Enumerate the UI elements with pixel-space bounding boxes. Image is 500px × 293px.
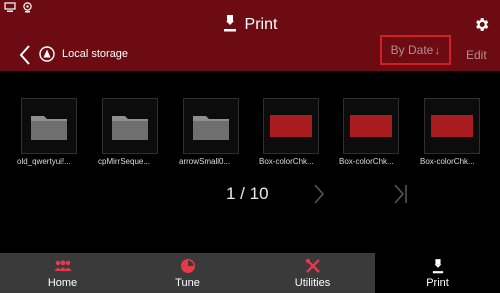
tools-icon xyxy=(305,258,320,273)
pagination: 1 / 10 xyxy=(0,181,500,207)
folder-icon xyxy=(31,116,67,140)
gear-icon[interactable] xyxy=(473,16,490,33)
file-name: Box-colorChk... xyxy=(339,157,394,166)
file-item[interactable]: Box-colorChk... xyxy=(259,98,327,166)
file-item[interactable]: Box-colorChk... xyxy=(420,98,488,166)
sort-arrow-icon: ↓ xyxy=(434,43,441,57)
last-page-icon[interactable] xyxy=(392,183,410,205)
model-preview xyxy=(350,115,392,137)
file-name: arrowSmall0... xyxy=(179,157,231,166)
model-thumbnail xyxy=(424,98,480,154)
file-name: old_qwertyui!... xyxy=(17,157,71,166)
file-item[interactable]: cpMirrSeque... xyxy=(98,98,166,166)
gauge-icon xyxy=(180,259,195,273)
folder-icon xyxy=(112,116,148,140)
nav-tune[interactable]: Tune xyxy=(125,253,250,293)
folder-thumbnail xyxy=(183,98,239,154)
nav-tune-label: Tune xyxy=(175,277,200,289)
folder-thumbnail xyxy=(102,98,158,154)
page-indicator: 1 / 10 xyxy=(226,184,269,203)
file-name: Box-colorChk... xyxy=(420,157,475,166)
edit-button[interactable]: Edit xyxy=(466,48,487,62)
nav-utilities-label: Utilities xyxy=(294,277,331,289)
page-title: Print xyxy=(244,16,278,33)
nav-print-label: Print xyxy=(426,277,449,289)
back-chevron-icon[interactable] xyxy=(18,44,32,66)
model-preview xyxy=(270,115,312,137)
print-icon xyxy=(223,15,236,32)
file-grid: old_qwertyui!... cpMirrSeque... arrowSma… xyxy=(17,98,491,168)
folder-icon xyxy=(193,116,229,140)
file-name: cpMirrSeque... xyxy=(98,157,151,166)
nav-home-label: Home xyxy=(47,277,78,289)
nav-home[interactable]: Home xyxy=(0,253,125,293)
file-name: Box-colorChk... xyxy=(259,157,314,166)
people-icon xyxy=(54,260,71,271)
storage-location-label: Local storage xyxy=(62,48,129,60)
sort-by-date-button[interactable]: By Date ↓ xyxy=(380,35,451,65)
print-icon xyxy=(432,259,443,274)
file-item[interactable]: arrowSmall0... xyxy=(179,98,247,166)
model-thumbnail xyxy=(263,98,319,154)
title-bar: Print xyxy=(0,0,500,40)
bottom-nav: Home Tune Utilities Print xyxy=(0,253,500,293)
model-thumbnail xyxy=(343,98,399,154)
file-item[interactable]: Box-colorChk... xyxy=(339,98,407,166)
location-bar: Local storage By Date ↓ Edit xyxy=(0,35,500,71)
next-page-icon[interactable] xyxy=(312,183,326,205)
sort-label: By Date xyxy=(390,43,434,57)
folder-thumbnail xyxy=(21,98,77,154)
storage-icon xyxy=(39,46,55,62)
title-wrap: Print xyxy=(0,0,500,40)
file-item[interactable]: old_qwertyui!... xyxy=(17,98,85,166)
nav-utilities[interactable]: Utilities xyxy=(250,253,375,293)
model-preview xyxy=(431,115,473,137)
nav-print[interactable]: Print xyxy=(375,253,500,293)
